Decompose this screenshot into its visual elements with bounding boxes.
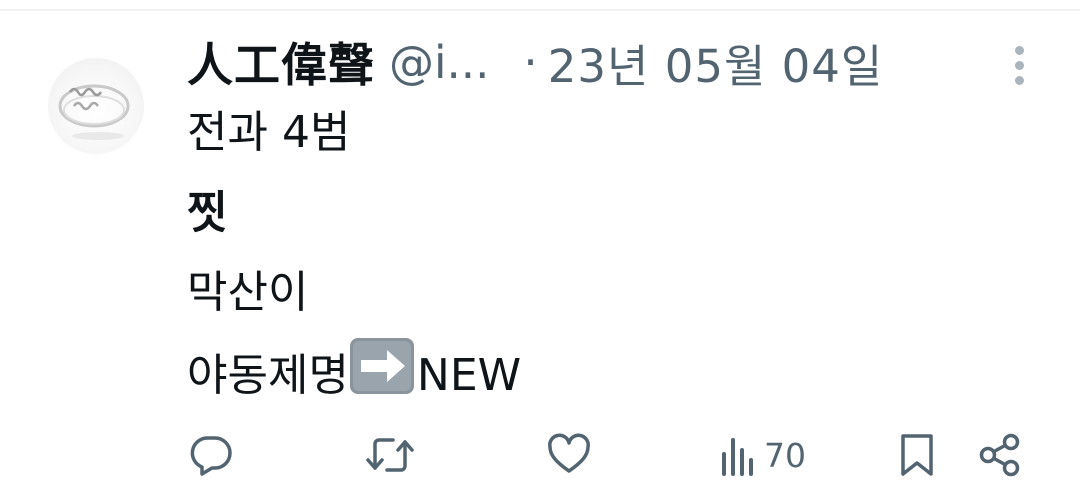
ring-avatar-icon [58, 84, 130, 140]
display-name[interactable]: 人工偉聲 [187, 29, 375, 95]
right-arrow-emoji-icon [349, 338, 414, 394]
tweet-date[interactable]: 23년 05월 04일 [548, 30, 884, 95]
bookmark-button[interactable] [896, 430, 938, 480]
views-count: 70 [764, 435, 806, 475]
views-button[interactable]: 70 [718, 430, 806, 480]
share-icon [979, 433, 1020, 477]
more-options-icon[interactable] [1008, 44, 1032, 86]
action-bar: 70 [0, 420, 1080, 490]
top-divider [0, 9, 1080, 11]
user-handle[interactable]: @i... [389, 36, 489, 89]
tweet-line-1: 전과 4범 [187, 107, 351, 158]
tweet-line-4-text: 야동제명 [187, 350, 349, 401]
tweet-line-4-suffix: NEW [416, 350, 522, 401]
like-button[interactable] [546, 430, 592, 480]
separator-dot: · [523, 35, 538, 89]
share-button[interactable] [976, 430, 1024, 480]
heart-icon [548, 433, 590, 473]
bookmark-icon [901, 434, 933, 476]
reply-button[interactable] [188, 430, 234, 480]
reply-icon [190, 436, 232, 476]
views-chart-icon [722, 438, 753, 476]
tweet-header: 人工偉聲 @i... · 23년 05월 04일 [187, 30, 883, 94]
retweet-button[interactable] [365, 430, 415, 480]
tweet-line-3: 막산이 [187, 267, 309, 318]
tweet-line-2: 찟 [187, 187, 228, 238]
avatar[interactable] [48, 58, 144, 154]
retweet-icon [366, 438, 414, 472]
tweet-line-4: 야동제명 NEW [187, 336, 521, 406]
